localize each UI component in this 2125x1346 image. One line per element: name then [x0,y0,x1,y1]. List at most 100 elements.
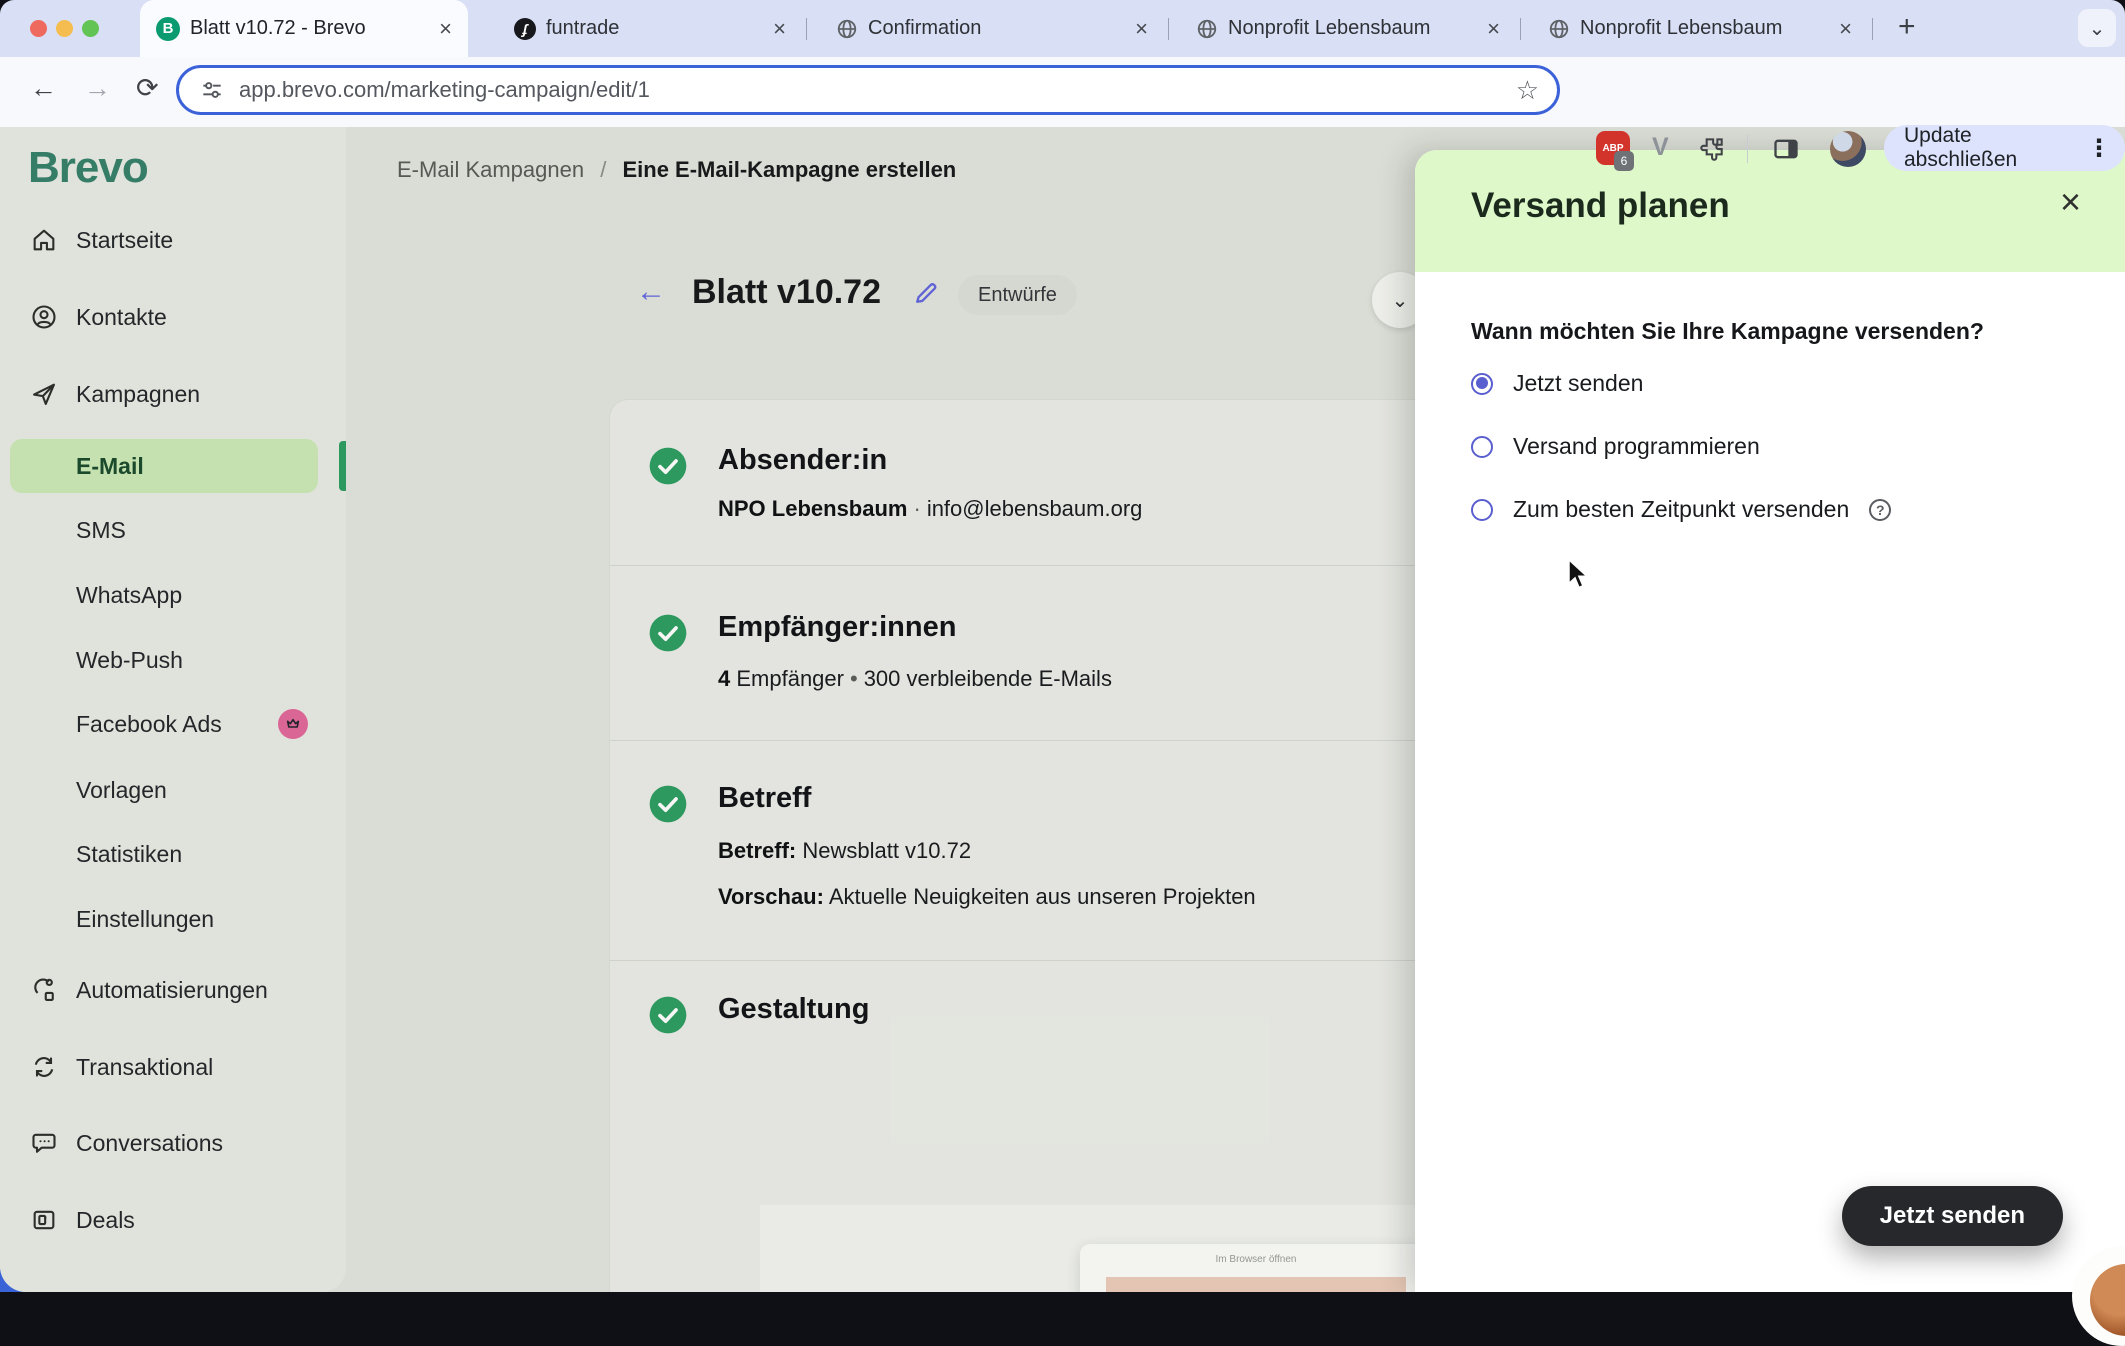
sidebar-item-label: Facebook Ads [76,711,222,738]
edit-title-pencil-icon[interactable] [912,279,940,307]
status-badge: Entwürfe [958,275,1077,315]
sidebar-item-transaktional[interactable]: Transaktional [0,1044,346,1090]
tab-separator [1520,18,1521,40]
step-title-betreff: Betreff [718,782,811,815]
sidebar-item-sms[interactable]: SMS [0,507,346,553]
mouse-cursor [1565,558,1593,590]
breadcrumb-parent[interactable]: E-Mail Kampagnen [397,157,584,182]
side-panel-icon[interactable] [1772,135,1800,163]
sidebar-item-label: Kampagnen [76,381,200,408]
tab-nonprofit-1[interactable]: Nonprofit Lebensbaum × [1182,0,1514,57]
transactional-loop-icon [30,1053,58,1081]
step-empfaenger-detail: 4 Empfänger•300 verbleibende E-Mails [718,666,1112,692]
home-icon [30,226,58,254]
breadcrumb-separator: / [590,157,616,182]
sidebar-item-einstellungen[interactable]: Einstellungen [0,896,346,942]
automation-icon [30,976,58,1004]
update-browser-button[interactable]: Update abschließen ⋮ [1884,125,2125,171]
step-complete-check-icon [648,995,688,1035]
toolbar-divider [1747,135,1748,163]
option-send-now[interactable]: Jetzt senden [1471,370,1643,397]
forward-icon[interactable]: → [84,75,111,102]
globe-icon [836,18,858,40]
sidebar-item-conversations[interactable]: Conversations [0,1120,346,1166]
radio-icon[interactable] [1471,499,1493,521]
sidebar-item-email[interactable]: E-Mail [10,439,318,493]
recipient-count-label: Empfänger [730,666,844,691]
reload-icon[interactable]: ⟳ [136,75,159,102]
brevo-logo[interactable]: Brevo [28,143,148,193]
window-zoom-button[interactable] [82,20,99,37]
sidebar-item-vorlagen[interactable]: Vorlagen [0,767,346,813]
tab-title: funtrade [546,17,763,40]
tab-brevo[interactable]: B Blatt v10.72 - Brevo × [140,0,468,57]
help-icon[interactable]: ? [1869,499,1891,521]
step-complete-check-icon [648,784,688,824]
back-to-campaigns-icon[interactable]: ← [636,277,666,307]
sidebar-item-label: Web-Push [76,647,183,674]
crown-icon [285,716,301,732]
recipient-count: 4 [718,666,730,691]
sidebar-item-statistiken[interactable]: Statistiken [0,831,346,877]
sidebar-item-automatisierungen[interactable]: Automatisierungen [0,967,346,1013]
profile-avatar[interactable] [1830,131,1866,167]
send-now-button[interactable]: Jetzt senden [1842,1186,2063,1246]
sidebar-item-label: Einstellungen [76,906,214,933]
tab-close-icon[interactable]: × [773,18,786,40]
v-extension-icon[interactable]: V [1652,133,1669,162]
sidebar-item-label: Vorlagen [76,777,167,804]
step-title-empfaenger: Empfänger:innen [718,611,956,644]
tab-title: Nonprofit Lebensbaum [1580,17,1829,40]
browser-menu-icon[interactable]: ⋮ [2087,134,2111,163]
dot-separator: · [907,496,926,521]
option-best-time[interactable]: Zum besten Zeitpunkt versenden ? [1471,496,1891,523]
radio-selected-icon[interactable] [1471,373,1493,395]
view-in-browser-line: Im Browser öffnen [1080,1254,1432,1265]
subject-label: Betreff: [718,838,796,863]
tab-confirmation[interactable]: Confirmation × [822,0,1162,57]
step-title-absender: Absender:in [718,444,887,477]
url-text[interactable]: app.brevo.com/marketing-campaign/edit/1 [239,77,650,103]
chat-icon [30,1129,58,1157]
radio-icon[interactable] [1471,436,1493,458]
tab-close-icon[interactable]: × [1839,18,1852,40]
brevo-app: Brevo Startseite Kontakte Kampagnen E-Ma… [0,127,2125,1292]
step-absender-detail: NPO Lebensbaum·info@lebensbaum.org [718,496,1142,522]
sidebar-item-kampagnen[interactable]: Kampagnen [0,371,346,417]
bookmark-star-icon[interactable]: ☆ [1516,75,1539,106]
adblock-counter-badge: 6 [1614,151,1634,171]
tab-close-icon[interactable]: × [1487,18,1500,40]
option-label: Versand programmieren [1513,433,1760,460]
email-preview-thumbnail[interactable]: Im Browser öffnen Newsblatt v10.72 Neuig… [1080,1244,1432,1292]
schedule-question: Wann möchten Sie Ihre Kampagne versenden… [1471,318,1984,345]
sidebar-item-label: Statistiken [76,841,182,868]
tab-close-icon[interactable]: × [439,18,452,40]
sidebar-item-webpush[interactable]: Web-Push [0,637,346,683]
sidebar-item-facebook-ads[interactable]: Facebook Ads [0,701,346,747]
sidebar-item-label: SMS [76,517,126,544]
tab-nonprofit-2[interactable]: Nonprofit Lebensbaum × [1534,0,1866,57]
option-schedule[interactable]: Versand programmieren [1471,433,1760,460]
window-minimize-button[interactable] [56,20,73,37]
tab-search-chevron-icon[interactable]: ⌄ [2078,9,2116,47]
url-bar[interactable]: app.brevo.com/marketing-campaign/edit/1 … [176,65,1560,115]
back-icon[interactable]: ← [30,75,57,102]
sidebar-item-label: Deals [76,1207,135,1234]
preview-label: Vorschau: [718,884,824,909]
tab-separator [1872,18,1873,40]
sidebar-item-startseite[interactable]: Startseite [0,217,346,263]
extensions-puzzle-icon[interactable] [1698,135,1726,163]
chevron-down-icon: ⌄ [1392,288,1409,313]
sidebar-item-label: Conversations [76,1130,223,1157]
sidebar-item-kontakte[interactable]: Kontakte [0,294,346,340]
new-tab-button[interactable]: + [1898,12,1916,42]
window-close-button[interactable] [30,20,47,37]
sender-email: info@lebensbaum.org [927,496,1143,521]
drawer-close-icon[interactable]: × [2060,184,2081,220]
tab-funtrade[interactable]: ʄ funtrade × [500,0,800,57]
sidebar-item-deals[interactable]: Deals [0,1197,346,1243]
tab-close-icon[interactable]: × [1135,18,1148,40]
remaining-quota: 300 verbleibende E-Mails [864,666,1112,691]
site-info-icon[interactable] [199,77,225,103]
sidebar-item-whatsapp[interactable]: WhatsApp [0,572,346,618]
